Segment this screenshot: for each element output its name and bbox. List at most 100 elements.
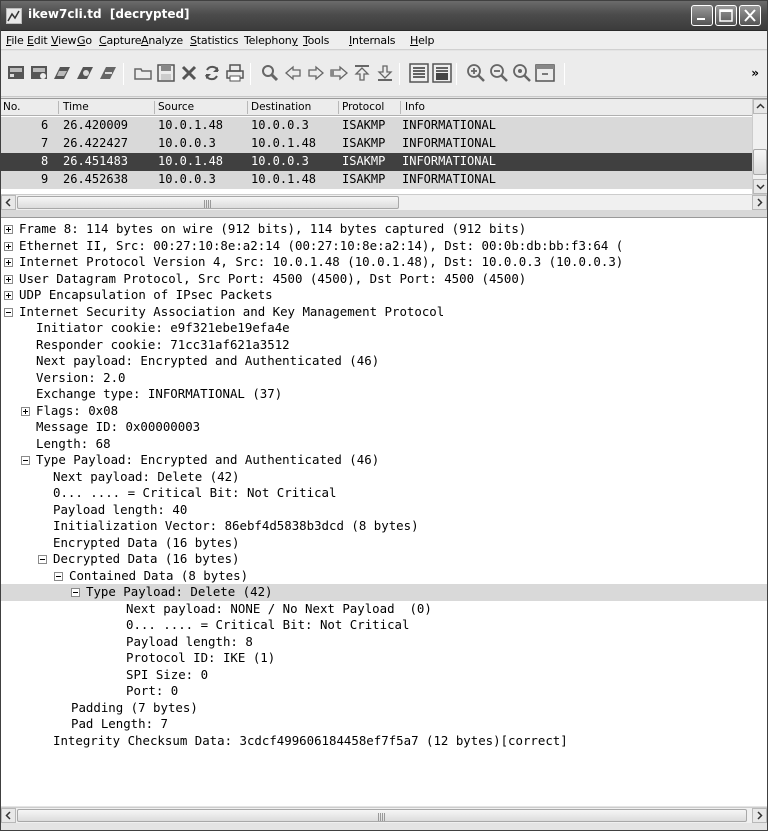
menu-edit[interactable]: Edit <box>27 34 48 47</box>
toolbar-overflow-button[interactable]: » <box>751 66 759 80</box>
packet-row[interactable]: 9 26.452638 10.0.0.3 10.0.1.48 ISAKMP INFORMA… <box>1 171 752 189</box>
stop-capture-icon[interactable] <box>74 62 96 84</box>
detail-tree-item[interactable]: Pad Length: 7 <box>1 716 767 733</box>
minimize-button[interactable] <box>691 5 713 26</box>
menu-analyze[interactable]: Analyze <box>141 34 183 47</box>
title-bar[interactable]: ikew7cli.td [decrypted] <box>1 1 767 31</box>
scroll-right-button[interactable] <box>752 195 767 210</box>
detail-tree-item[interactable]: Next payload: Delete (42) <box>1 469 767 486</box>
details-scroll-left-button[interactable] <box>1 808 16 823</box>
menu-go[interactable]: Go <box>77 34 92 47</box>
close-button[interactable] <box>739 5 761 26</box>
detail-tree-item[interactable]: Protocol ID: IKE (1) <box>1 650 767 667</box>
column-header-destination[interactable]: Destination <box>251 101 311 113</box>
menu-telephony[interactable]: Telephony <box>244 34 298 47</box>
menu-tools[interactable]: Tools <box>303 34 329 47</box>
menu-file[interactable]: File <box>6 34 24 47</box>
interface-list-icon[interactable] <box>5 62 27 84</box>
detail-tree-item[interactable]: Ethernet II, Src: 00:27:10:8e:a2:14 (00:… <box>1 238 767 255</box>
menu-internals[interactable]: Internals <box>349 34 396 47</box>
open-file-icon[interactable] <box>132 62 154 84</box>
horizontal-scroll-thumb[interactable] <box>17 196 399 209</box>
packet-row[interactable]: 8 26.451483 10.0.1.48 10.0.0.3 ISAKMP INFORMA… <box>1 153 752 171</box>
detail-tree-item[interactable]: Flags: 0x08 <box>1 403 767 420</box>
detail-tree-item[interactable]: Length: 68 <box>1 436 767 453</box>
menu-view[interactable]: View <box>51 34 77 47</box>
close-file-icon[interactable] <box>178 62 200 84</box>
packet-list-horizontal-scrollbar[interactable] <box>1 194 767 210</box>
normal-size-icon[interactable] <box>511 62 533 84</box>
collapse-icon[interactable] <box>71 588 80 597</box>
packet-row[interactable]: 6 26.420009 10.0.1.48 10.0.0.3 ISAKMP INFORMA… <box>1 117 752 135</box>
detail-tree-item[interactable]: 0... .... = Critical Bit: Not Critical <box>1 617 767 634</box>
details-horizontal-scrollbar[interactable] <box>1 807 767 823</box>
detail-tree-item[interactable]: Payload length: 40 <box>1 502 767 519</box>
detail-tree-item[interactable]: Integrity Checksum Data: 3cdcf4996061844… <box>1 733 767 750</box>
detail-tree-item[interactable]: Exchange type: INFORMATIONAL (37) <box>1 386 767 403</box>
expand-icon[interactable] <box>4 258 13 267</box>
column-header-info[interactable]: Info <box>405 101 425 113</box>
column-header-no[interactable]: No. <box>3 101 20 113</box>
collapse-icon[interactable] <box>38 555 47 564</box>
menu-capture[interactable]: Capture <box>99 34 142 47</box>
capture-options-icon[interactable] <box>28 62 50 84</box>
detail-tree-item[interactable]: Next payload: NONE / No Next Payload (0) <box>1 601 767 618</box>
details-scroll-right-button[interactable] <box>752 808 767 823</box>
detail-tree-item[interactable]: 0... .... = Critical Bit: Not Critical <box>1 485 767 502</box>
expand-icon[interactable] <box>4 225 13 234</box>
scroll-up-button[interactable] <box>753 99 767 114</box>
scroll-left-button[interactable] <box>1 195 16 210</box>
maximize-button[interactable] <box>715 5 737 26</box>
column-header-time[interactable]: Time <box>63 101 89 113</box>
expand-icon[interactable] <box>4 291 13 300</box>
scroll-down-button[interactable] <box>753 179 767 194</box>
column-header-protocol[interactable]: Protocol <box>342 101 384 113</box>
column-header-source[interactable]: Source <box>158 101 194 113</box>
detail-tree-item[interactable]: Payload length: 8 <box>1 634 767 651</box>
expand-icon[interactable] <box>4 274 13 284</box>
packet-list-vertical-scrollbar[interactable] <box>752 99 767 195</box>
vertical-scroll-thumb[interactable] <box>753 149 767 175</box>
zoom-in-icon[interactable] <box>465 62 487 84</box>
auto-scroll-icon[interactable] <box>431 62 453 84</box>
detail-tree-item[interactable]: Padding (7 bytes) <box>1 700 767 717</box>
packet-row[interactable]: 7 26.422427 10.0.0.3 10.0.1.48 ISAKMP INFORMA… <box>1 135 752 153</box>
detail-tree-item[interactable]: Next payload: Encrypted and Authenticate… <box>1 353 767 370</box>
detail-tree-item[interactable]: Type Payload: Encrypted and Authenticate… <box>1 452 767 469</box>
save-file-icon[interactable] <box>155 62 177 84</box>
menu-help[interactable]: Help <box>410 34 434 47</box>
start-capture-icon[interactable] <box>51 62 73 84</box>
details-scroll-thumb[interactable] <box>17 809 747 822</box>
go-first-icon[interactable] <box>351 62 373 84</box>
detail-tree-item[interactable]: Internet Security Association and Key Ma… <box>1 304 767 321</box>
detail-tree-item[interactable]: Responder cookie: 71cc31af621a3512 <box>1 337 767 354</box>
detail-tree-item[interactable]: Message ID: 0x00000003 <box>1 419 767 436</box>
zoom-out-icon[interactable] <box>488 62 510 84</box>
collapse-icon[interactable] <box>54 571 63 581</box>
detail-tree-item[interactable]: SPI Size: 0 <box>1 667 767 684</box>
print-icon[interactable] <box>224 62 246 84</box>
expand-icon[interactable] <box>21 406 30 416</box>
detail-tree-item[interactable]: Encrypted Data (16 bytes) <box>1 535 767 552</box>
find-packet-icon[interactable] <box>259 62 281 84</box>
detail-tree-item[interactable]: Contained Data (8 bytes) <box>1 568 767 585</box>
go-last-icon[interactable] <box>374 62 396 84</box>
go-to-packet-icon[interactable] <box>328 62 350 84</box>
detail-tree-item[interactable]: Internet Protocol Version 4, Src: 10.0.1… <box>1 254 767 271</box>
go-back-icon[interactable] <box>282 62 304 84</box>
reload-icon[interactable] <box>201 62 223 84</box>
collapse-icon[interactable] <box>21 456 30 465</box>
expand-icon[interactable] <box>4 241 13 251</box>
detail-tree-item[interactable]: Decrypted Data (16 bytes) <box>1 551 767 568</box>
collapse-icon[interactable] <box>4 307 13 317</box>
colorize-icon[interactable] <box>408 62 430 84</box>
detail-tree-item[interactable]: Type Payload: Delete (42) <box>1 584 767 601</box>
detail-tree-item[interactable]: Version: 2.0 <box>1 370 767 387</box>
detail-tree-item[interactable]: Frame 8: 114 bytes on wire (912 bits), 1… <box>1 221 767 238</box>
detail-tree-item[interactable]: Initiator cookie: e9f321ebe19efa4e <box>1 320 767 337</box>
resize-columns-icon[interactable] <box>534 62 556 84</box>
pane-splitter[interactable] <box>1 210 767 217</box>
detail-tree-item[interactable]: Port: 0 <box>1 683 767 700</box>
restart-capture-icon[interactable] <box>97 62 119 84</box>
go-forward-icon[interactable] <box>305 62 327 84</box>
